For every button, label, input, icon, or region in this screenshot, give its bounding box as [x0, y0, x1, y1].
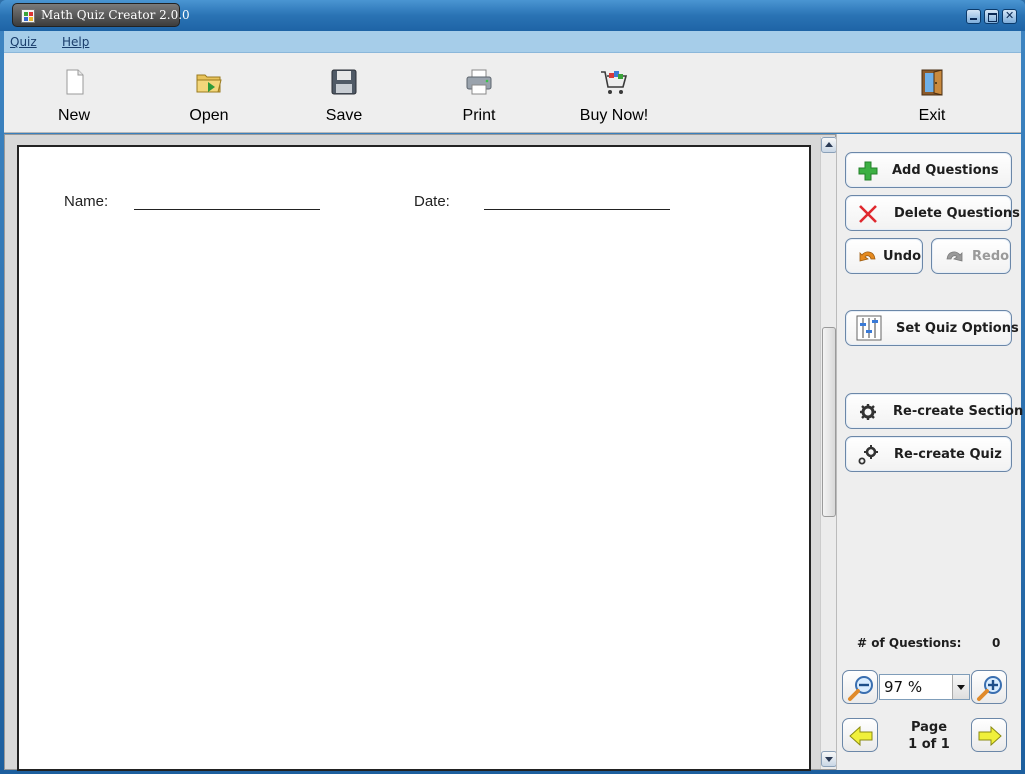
previous-page-button[interactable] — [842, 718, 878, 752]
undo-button[interactable]: Undo — [845, 238, 923, 274]
chevron-down-icon[interactable] — [952, 675, 969, 699]
window-title: Math Quiz Creator 2.0.0 — [41, 8, 190, 22]
new-document-icon — [66, 69, 84, 95]
toolbar: New Open Save Print Buy Now! Exit — [4, 53, 1021, 133]
date-label: Date: — [414, 193, 450, 210]
undo-icon — [859, 251, 876, 262]
menu-quiz[interactable]: Quiz — [10, 35, 37, 49]
recreate-quiz-button[interactable]: Re-create Quiz — [845, 436, 1012, 472]
exit-label: Exit — [918, 107, 946, 124]
new-label: New — [57, 107, 90, 124]
scroll-down-icon[interactable] — [821, 751, 837, 767]
redo-icon — [946, 251, 963, 262]
recreate-quiz-label: Re-create Quiz — [894, 447, 1002, 462]
floppy-disk-icon — [331, 69, 357, 95]
exit-door-icon — [921, 69, 943, 96]
next-page-button[interactable] — [971, 718, 1007, 752]
zoom-in-icon — [977, 676, 1002, 701]
save-label: Save — [325, 107, 363, 124]
close-icon[interactable] — [1002, 9, 1017, 24]
zoom-out-button[interactable] — [842, 670, 878, 704]
sidebar: Add Questions Delete Questions Undo Redo — [836, 134, 1023, 770]
vertical-scrollbar[interactable] — [820, 137, 837, 769]
sliders-icon — [856, 315, 882, 341]
save-button[interactable]: Save — [289, 53, 399, 133]
question-count-label: # of Questions: — [857, 636, 962, 650]
recreate-section-label: Re-create Section — [893, 404, 1024, 419]
zoom-value: 97 % — [884, 678, 923, 696]
name-line — [134, 209, 320, 210]
title-bar[interactable]: Math Quiz Creator 2.0.0 — [0, 0, 1025, 31]
page-status: 1 of 1 — [908, 737, 950, 752]
open-button[interactable]: Open — [154, 53, 264, 133]
menu-help[interactable]: Help — [62, 35, 89, 49]
open-label: Open — [189, 107, 229, 124]
arrow-left-icon — [849, 725, 873, 747]
window-controls — [966, 9, 1017, 24]
exit-button[interactable]: Exit — [877, 53, 987, 133]
app-icon — [21, 9, 35, 23]
print-button[interactable]: Print — [424, 53, 534, 133]
name-label: Name: — [64, 193, 109, 210]
new-button[interactable]: New — [19, 53, 129, 133]
maximize-icon[interactable] — [984, 9, 999, 24]
add-questions-button[interactable]: Add Questions — [845, 152, 1012, 188]
scroll-up-icon[interactable] — [821, 137, 837, 153]
minimize-icon[interactable] — [966, 9, 981, 24]
printer-icon — [466, 69, 492, 95]
quiz-page: Name: Date: — [17, 145, 811, 771]
arrow-right-icon — [978, 725, 1002, 747]
redo-button[interactable]: Redo — [931, 238, 1011, 274]
delete-questions-button[interactable]: Delete Questions — [845, 195, 1020, 231]
zoom-select[interactable]: 97 % — [879, 674, 970, 700]
undo-label: Undo — [883, 249, 922, 264]
menu-bar: Quiz Help — [4, 31, 1021, 53]
open-folder-icon — [196, 74, 222, 93]
document-viewport[interactable]: Name: Date: — [4, 134, 837, 771]
gear-icon — [860, 404, 876, 420]
page-label: Page — [910, 720, 948, 735]
delete-x-icon — [859, 205, 877, 223]
delete-questions-label: Delete Questions — [894, 206, 1020, 221]
plus-icon — [858, 161, 878, 181]
question-count-value: 0 — [992, 636, 1001, 650]
set-quiz-options-button[interactable]: Set Quiz Options — [845, 310, 1019, 346]
app-window: Math Quiz Creator 2.0.0 Quiz Help New Op… — [0, 0, 1025, 774]
title-tab: Math Quiz Creator 2.0.0 — [12, 3, 190, 27]
date-line — [484, 209, 670, 210]
shopping-cart-icon — [601, 71, 628, 94]
set-quiz-options-label: Set Quiz Options — [896, 321, 1019, 336]
zoom-out-icon — [848, 676, 873, 701]
redo-label: Redo — [972, 249, 1010, 264]
buy-now-button[interactable]: Buy Now! — [559, 53, 669, 133]
add-questions-label: Add Questions — [892, 163, 999, 178]
print-label: Print — [462, 107, 496, 124]
scroll-thumb[interactable] — [822, 327, 836, 517]
buy-now-label: Buy Now! — [579, 107, 649, 124]
zoom-in-button[interactable] — [971, 670, 1007, 704]
gears-icon — [858, 445, 878, 465]
recreate-section-button[interactable]: Re-create Section — [845, 393, 1023, 429]
